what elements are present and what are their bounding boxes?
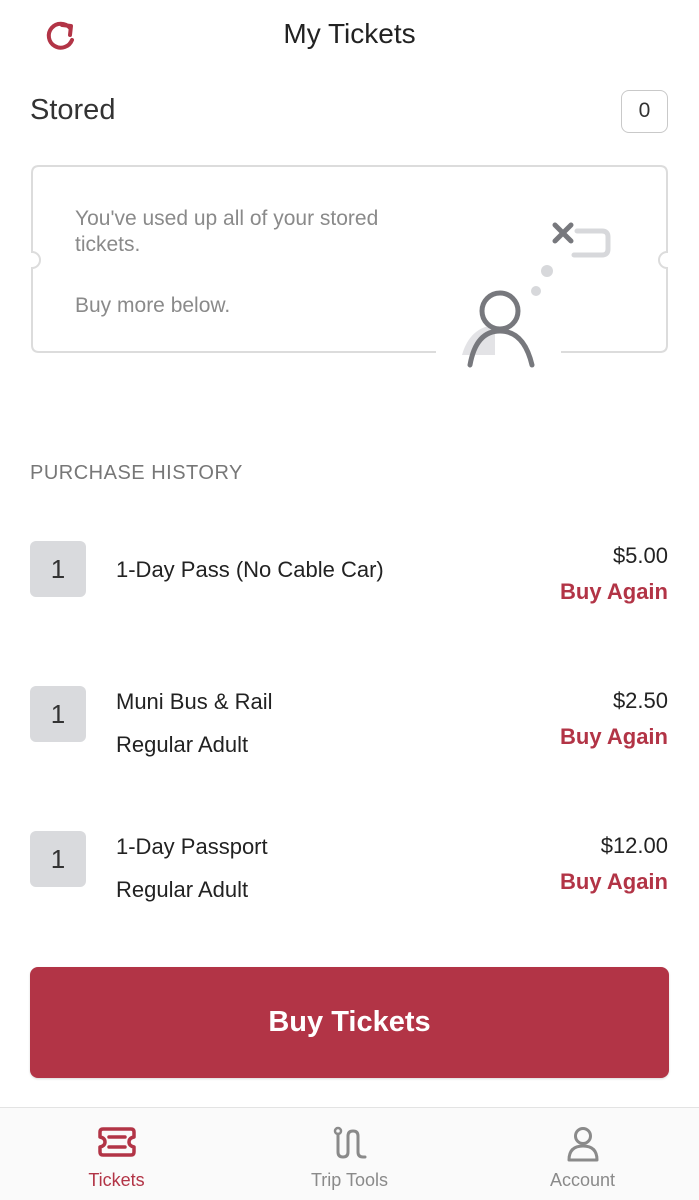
- buy-again-button[interactable]: Buy Again: [560, 579, 668, 605]
- tab-tickets-label: Tickets: [88, 1170, 145, 1190]
- tab-trip-tools[interactable]: Trip Tools: [233, 1108, 466, 1200]
- ticket-price: $2.50: [612, 688, 668, 713]
- ticket-name: 1-Day Pass (No Cable Car): [116, 557, 384, 582]
- buy-again-button[interactable]: Buy Again: [560, 724, 668, 750]
- ticket-price: $5.00: [612, 543, 668, 568]
- empty-sub-message: Buy more below.: [75, 294, 231, 317]
- buy-again-button[interactable]: Buy Again: [560, 869, 668, 895]
- tab-account[interactable]: Account: [466, 1108, 699, 1200]
- ticket-name: Muni Bus & Rail: [116, 689, 273, 714]
- quantity-badge: 1: [30, 541, 86, 597]
- header: My Tickets: [0, 0, 699, 72]
- stored-count-badge: 0: [621, 90, 668, 133]
- used-ticket-illustration: [440, 205, 620, 375]
- tab-trip-tools-label: Trip Tools: [310, 1170, 389, 1190]
- ticket-name: 1-Day Passport: [116, 834, 268, 859]
- ticket-fare-type: Regular Adult: [116, 732, 249, 757]
- buy-tickets-button[interactable]: Buy Tickets: [30, 967, 669, 1078]
- stored-label: Stored: [30, 94, 116, 126]
- purchase-history-title: PURCHASE HISTORY: [30, 462, 243, 484]
- quantity-badge: 1: [30, 686, 86, 742]
- ticket-icon: [97, 1126, 137, 1163]
- page-title: My Tickets: [283, 18, 416, 49]
- history-row: 1 1-Day Passport Regular Adult $12.00 Bu…: [0, 831, 699, 941]
- person-icon: [566, 1126, 600, 1167]
- tab-account-label: Account: [549, 1170, 616, 1190]
- history-row: 1 1-Day Pass (No Cable Car) $5.00 Buy Ag…: [0, 541, 699, 651]
- tab-tickets[interactable]: Tickets: [0, 1108, 233, 1200]
- empty-message: You've used up all of your stored ticket…: [75, 207, 379, 256]
- history-row: 1 Muni Bus & Rail Regular Adult $2.50 Bu…: [0, 686, 699, 796]
- ticket-price: $12.00: [600, 833, 668, 858]
- ticket-fare-type: Regular Adult: [116, 877, 249, 902]
- tab-bar: Tickets Trip Tools Account: [0, 1107, 699, 1200]
- quantity-badge: 1: [30, 831, 86, 887]
- route-icon: [330, 1126, 370, 1165]
